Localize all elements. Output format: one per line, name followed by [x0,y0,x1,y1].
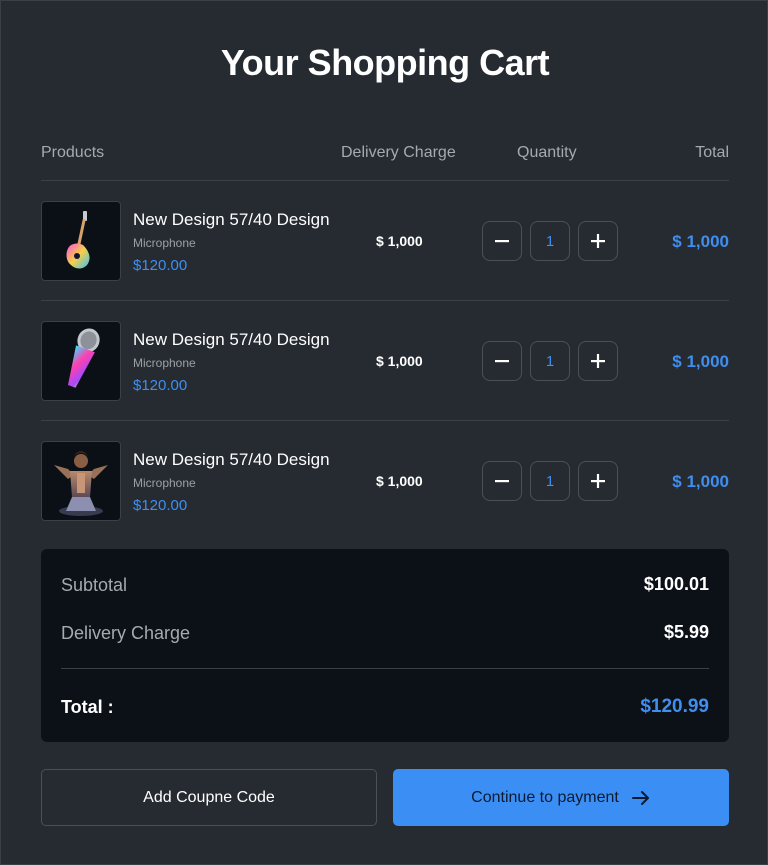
product-category: Microphone [133,476,196,490]
plus-icon [591,354,605,368]
item-total: $ 1,000 [672,472,729,491]
cart-page: Your Shopping Cart Products Delivery Cha… [0,0,768,865]
product-category: Microphone [133,236,196,250]
product-price: $120.00 [133,497,188,514]
cart-item: New Design 57/40 Design Microphone $120.… [41,201,729,281]
table-header: Products Delivery Charge Quantity Total [41,144,729,164]
cart-item: New Design 57/40 Design Microphone $120.… [41,441,729,521]
product-price: $120.00 [133,377,188,394]
divider [41,300,729,301]
increase-quantity-button[interactable] [578,341,618,381]
decrease-quantity-button[interactable] [482,221,522,261]
plus-icon [591,474,605,488]
quantity-value: 1 [545,472,555,490]
cart-item: New Design 57/40 Design Microphone $120.… [41,321,729,401]
delivery-charge-label: Delivery Charge [61,623,191,643]
column-delivery-charge: Delivery Charge [341,144,456,161]
guitar-icon [66,211,90,269]
product-thumbnail[interactable] [41,201,121,281]
quantity-value: 1 [545,232,555,250]
increase-quantity-button[interactable] [578,221,618,261]
plus-icon [591,234,605,248]
add-coupon-button[interactable]: Add Coupne Code [41,769,377,826]
column-total: Total [695,144,729,161]
product-name[interactable]: New Design 57/40 Design [133,450,330,470]
quantity-input[interactable]: 1 [530,461,570,501]
quantity-input[interactable]: 1 [530,341,570,381]
product-price: $120.00 [133,257,188,274]
microphone-icon [68,328,100,388]
arrow-right-icon [631,790,649,805]
subtotal-label: Subtotal [61,575,128,595]
product-thumbnail[interactable] [41,441,121,521]
product-name[interactable]: New Design 57/40 Design [133,210,330,230]
quantity-value: 1 [545,352,555,370]
minus-icon [495,480,509,483]
delivery-charge-value: $5.99 [663,622,709,642]
add-coupon-label: Add Coupne Code [143,788,275,806]
divider [41,420,729,421]
item-total: $ 1,000 [672,352,729,371]
order-summary: Subtotal $100.01 Delivery Charge $5.99 T… [41,549,729,742]
subtotal-value: $100.01 [643,574,709,594]
page-title: Your Shopping Cart [220,42,550,83]
minus-icon [495,360,509,363]
delivery-charge: $ 1,000 [376,353,423,369]
product-category: Microphone [133,356,196,370]
item-total: $ 1,000 [672,232,729,251]
performer-icon [54,451,108,516]
column-products: Products [41,144,105,161]
increase-quantity-button[interactable] [578,461,618,501]
delivery-charge: $ 1,000 [376,233,423,249]
decrease-quantity-button[interactable] [482,341,522,381]
continue-to-payment-button[interactable]: Continue to payment [393,769,729,826]
decrease-quantity-button[interactable] [482,461,522,501]
column-quantity: Quantity [517,144,577,161]
continue-to-payment-label: Continue to payment [471,788,619,806]
delivery-charge: $ 1,000 [376,473,423,489]
total-value: $120.99 [640,696,709,717]
product-name[interactable]: New Design 57/40 Design [133,330,330,350]
total-label: Total : [61,697,114,717]
minus-icon [495,240,509,243]
quantity-input[interactable]: 1 [530,221,570,261]
divider [41,180,729,181]
product-thumbnail[interactable] [41,321,121,401]
divider [61,668,709,669]
